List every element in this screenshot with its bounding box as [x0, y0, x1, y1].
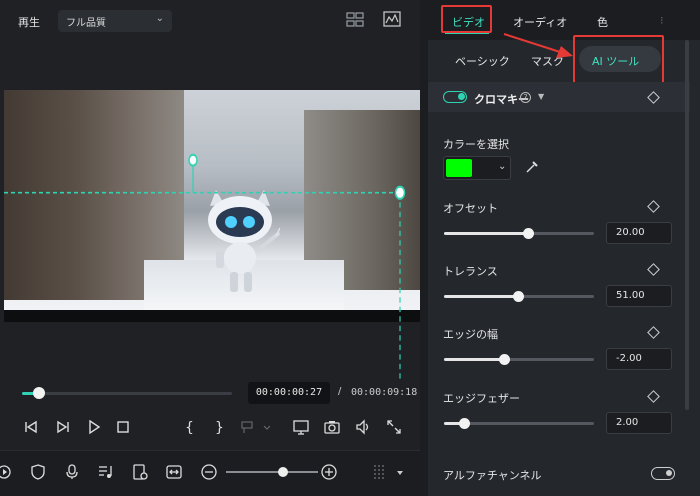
record-voiceover-button[interactable] [63, 463, 81, 481]
svg-text:{: { [185, 420, 194, 436]
step-forward-icon [57, 420, 69, 434]
subtab-basic[interactable]: ベーシック [455, 53, 510, 69]
chevron-down-icon: ⌄ [155, 13, 164, 24]
zoom-slider-handle[interactable] [278, 467, 289, 477]
caret-down-icon [397, 471, 403, 475]
camera-icon [324, 421, 340, 434]
time-separator: / [338, 386, 342, 397]
caret-down-icon[interactable]: ▼ [538, 92, 544, 101]
more-options-button[interactable] [394, 463, 406, 481]
edge-feather-slider-handle[interactable] [458, 418, 470, 429]
play-icon [89, 419, 101, 435]
playlist-music-icon [99, 466, 112, 478]
alpha-channel-label: アルファチャンネル [443, 469, 542, 482]
tab-audio[interactable]: オーディオ [513, 14, 567, 30]
highlight-box-ai-tools [573, 35, 664, 87]
edge-width-slider-handle[interactable] [499, 354, 510, 365]
quality-value: フル品質 [66, 18, 106, 29]
snapshot-button[interactable] [323, 418, 341, 436]
highlight-box-video-tab [441, 5, 492, 33]
fit-timeline-button[interactable] [165, 463, 183, 481]
render-button[interactable] [0, 463, 18, 481]
next-frame-button[interactable] [54, 418, 72, 436]
edge-width-slider[interactable] [444, 354, 594, 365]
help-icon[interactable]: ? [520, 92, 531, 103]
playback-scrubber-handle[interactable] [32, 387, 45, 399]
grid-view-icon[interactable] [346, 12, 364, 27]
volume-button[interactable] [354, 418, 372, 436]
edge-feather-slider[interactable] [444, 418, 594, 429]
fit-width-icon [166, 465, 182, 479]
track-options-button[interactable] [370, 463, 388, 481]
tolerance-label: トレランス [443, 265, 498, 278]
video-letterbox [4, 310, 420, 322]
fullscreen-button[interactable] [385, 418, 403, 436]
marker-icon [241, 421, 271, 433]
playback-progress-bar[interactable] [22, 387, 232, 399]
microphone-icon [66, 464, 78, 479]
waveform-monitor-icon[interactable] [383, 11, 401, 27]
play-button[interactable] [85, 418, 103, 436]
speaker-icon [356, 419, 369, 435]
preview-toolbar: 再生 フル品質 ⌄ [0, 0, 420, 40]
edge-feather-label: エッジフェザー [443, 392, 520, 405]
select-color-label: カラーを選択 [443, 138, 509, 151]
current-time[interactable]: 00:00:00:27 [248, 382, 330, 404]
step-back-icon [25, 420, 37, 434]
playback-label: 再生 [18, 16, 40, 29]
alpha-channel-toggle[interactable] [651, 467, 675, 480]
edge-feather-input[interactable]: 2.00 [606, 412, 672, 434]
zoom-out-icon [201, 464, 217, 480]
offset-slider-handle[interactable] [523, 228, 534, 239]
edge-width-label: エッジの幅 [443, 328, 498, 341]
tolerance-slider[interactable] [444, 291, 594, 302]
tab-color[interactable]: 色 [597, 14, 608, 30]
tolerance-slider-fill [444, 295, 518, 298]
stop-icon [117, 421, 129, 433]
tolerance-slider-handle[interactable] [512, 291, 524, 302]
eyedropper-icon[interactable] [525, 160, 539, 174]
clip-sync-icon [133, 464, 148, 480]
offset-label: オフセット [443, 202, 498, 215]
edge-width-input[interactable]: -2.00 [606, 348, 672, 370]
display-settings-button[interactable] [292, 418, 310, 436]
insert-marker-button [240, 418, 274, 436]
chroma-key-toggle[interactable] [443, 91, 467, 103]
total-time: 00:00:09:18 [351, 387, 418, 398]
monitor-icon [293, 420, 309, 435]
robot-character-image [208, 190, 280, 292]
quality-select[interactable]: フル品質 ⌄ [58, 10, 172, 32]
render-icon [0, 465, 11, 479]
shield-icon [31, 464, 45, 480]
mark-out-icon: } [215, 420, 224, 436]
auto-sync-button[interactable] [131, 463, 149, 481]
grip-dots-icon [374, 465, 384, 479]
zoom-in-icon [321, 464, 337, 480]
music-list-button[interactable] [97, 463, 115, 481]
edge-width-slider-fill [444, 358, 504, 361]
selected-color-swatch [446, 159, 472, 177]
expand-icon [387, 420, 401, 434]
zoom-in-button[interactable] [320, 463, 338, 481]
svg-text:}: } [215, 420, 224, 436]
video-preview[interactable] [4, 90, 420, 310]
zoom-out-button[interactable] [200, 463, 218, 481]
protect-button[interactable] [29, 463, 47, 481]
mark-out-button[interactable]: } [210, 418, 228, 436]
previous-frame-button[interactable] [22, 418, 40, 436]
subtab-mask[interactable]: マスク [531, 53, 564, 69]
offset-slider-fill [444, 232, 528, 235]
offset-slider[interactable] [444, 228, 594, 239]
stop-button[interactable] [114, 418, 132, 436]
properties-scrollbar[interactable] [685, 40, 689, 410]
chevron-down-icon: ⌄ [498, 161, 507, 172]
tab-overflow-icon[interactable]: ⁝ [660, 14, 664, 27]
tolerance-input[interactable]: 51.00 [606, 285, 672, 307]
mark-in-icon: { [185, 420, 194, 436]
offset-input[interactable]: 20.00 [606, 222, 672, 244]
mark-in-button[interactable]: { [180, 418, 198, 436]
zoom-slider-track[interactable] [226, 471, 318, 473]
